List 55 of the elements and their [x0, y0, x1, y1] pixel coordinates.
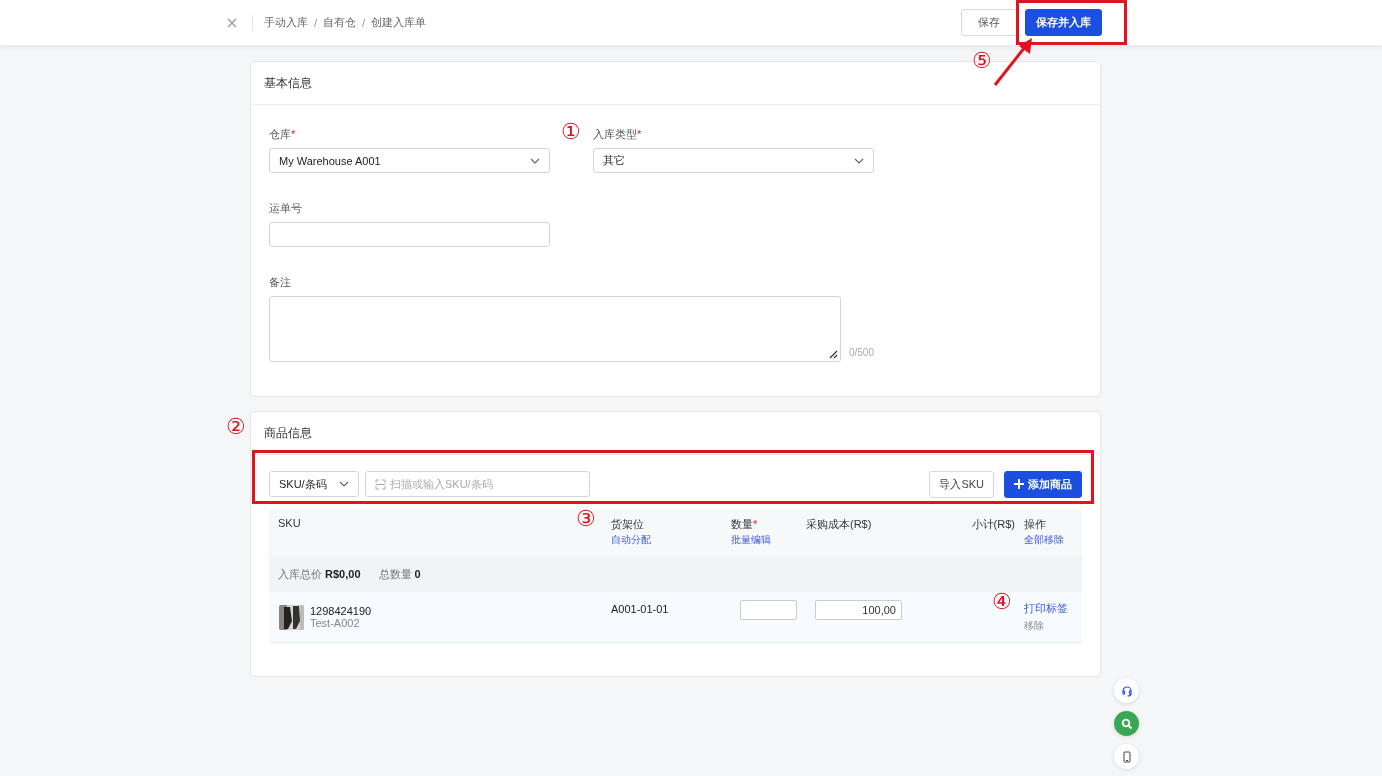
cost-field[interactable]: 100,00 [815, 600, 902, 620]
remove-link[interactable]: 移除 [1024, 619, 1082, 633]
placeholder: 扫描或输入SKU/条码 [390, 476, 493, 492]
import-sku-button[interactable]: 导入SKU [929, 470, 994, 498]
header-link[interactable]: 自动分配 [611, 533, 651, 547]
annotation-number: ② [226, 416, 246, 438]
chevron-down-icon [530, 157, 540, 164]
character-counter: 0/500 [848, 347, 874, 358]
add-product-button[interactable]: 添加商品 [1004, 470, 1082, 498]
header-link[interactable]: 批量编辑 [731, 533, 771, 547]
column-header: 小计(R$) [971, 517, 1015, 532]
section-title: 商品信息 [264, 424, 312, 442]
shelf-location: A001-01-01 [611, 603, 670, 615]
resize-grip-icon[interactable] [828, 350, 838, 359]
field-label: 仓库* [269, 127, 297, 142]
chevron-down-icon [339, 481, 349, 487]
select-field[interactable]: My Warehouse A001 [269, 148, 550, 173]
header-link[interactable]: 全部移除 [1024, 533, 1064, 547]
print-label-link[interactable]: 打印标签 [1024, 601, 1082, 616]
quantity-field[interactable] [740, 600, 797, 620]
column-header: 数量* [731, 517, 758, 532]
annotation-arrow [992, 36, 1034, 88]
input-field[interactable] [269, 222, 550, 247]
plus-icon [1014, 479, 1024, 489]
column-header: 操作 [1024, 517, 1046, 532]
total-price: 入库总价 R$0,00 [278, 566, 361, 582]
textarea-field[interactable] [269, 296, 841, 362]
search-icon[interactable] [1114, 711, 1139, 736]
search-type-select[interactable]: SKU/条码 [269, 471, 359, 497]
column-header: 货架位 [611, 517, 644, 532]
save-and-stock-button[interactable]: 保存并入库 [1025, 9, 1102, 36]
annotation-number: ① [561, 121, 581, 143]
field-label: 备注 [269, 275, 292, 290]
section-title: 基本信息 [264, 74, 312, 92]
select-field[interactable]: 其它 [593, 148, 874, 173]
breadcrumb-item: 创建入库单 [371, 15, 427, 30]
total-quantity: 总数量 0 [378, 566, 421, 582]
column-header: 采购成本(R$) [806, 517, 872, 532]
breadcrumb-item[interactable]: 手动入库 [264, 15, 308, 30]
column-header: SKU [278, 517, 301, 529]
annotation-number: ④ [992, 591, 1012, 613]
field-label: 入库类型* [593, 127, 643, 142]
field-label: 运单号 [269, 201, 303, 216]
breadcrumb-item[interactable]: 自有仓 [323, 15, 357, 30]
chevron-down-icon [854, 157, 864, 164]
breadcrumb-separator: / [314, 16, 318, 29]
sku-code: 1298424190 [310, 605, 372, 617]
annotation-number: ③ [576, 508, 596, 530]
breadcrumb-separator: / [362, 16, 366, 29]
product-name: Test-A002 [310, 617, 361, 629]
save-button[interactable]: 保存 [961, 9, 1017, 36]
headset-icon[interactable] [1114, 678, 1139, 703]
scan-icon [375, 478, 386, 490]
phone-icon[interactable] [1114, 744, 1139, 769]
annotation-number: ⑤ [972, 50, 992, 72]
